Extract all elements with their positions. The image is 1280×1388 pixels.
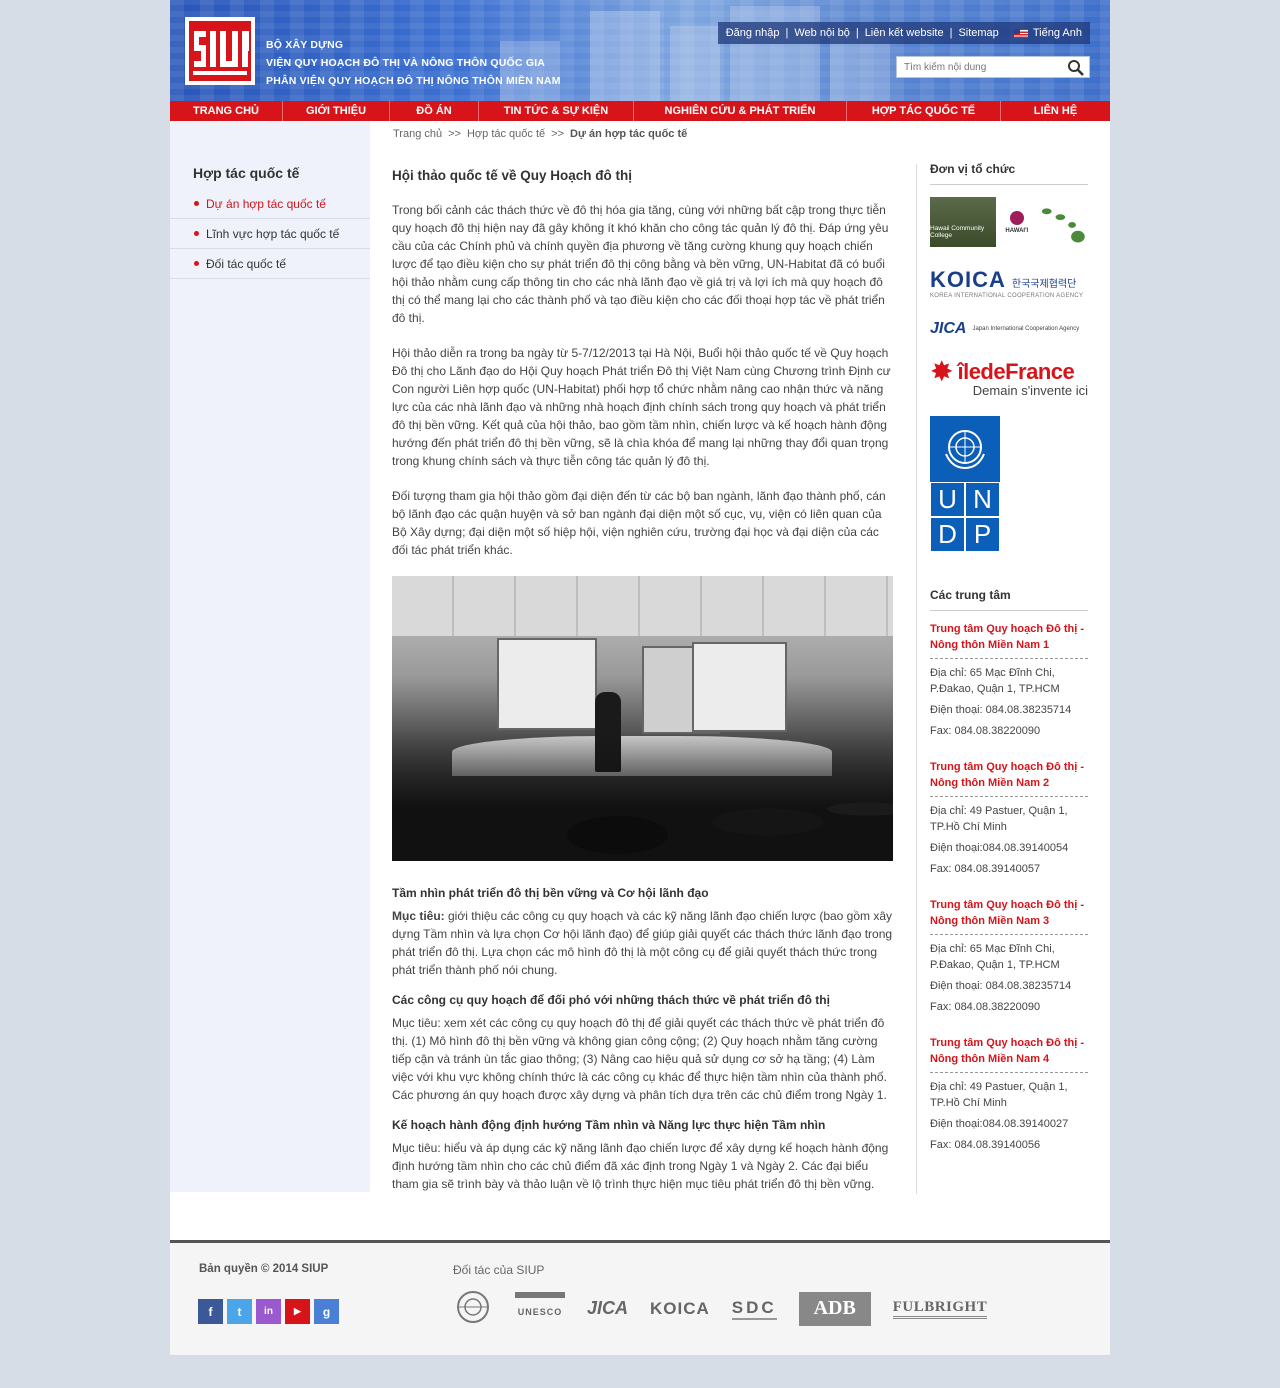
center-phone: Điện thoại:084.08.39140027 — [930, 1118, 1069, 1130]
sidebar-item-fields[interactable]: Lĩnh vực hợp tác quốc tế — [170, 219, 370, 249]
breadcrumb-home[interactable]: Trang chủ — [393, 128, 442, 140]
nav-about[interactable]: GIỚI THIỆU — [283, 101, 390, 121]
center-title[interactable]: Trung tâm Quy hoạch Đô thị - Nông thôn M… — [930, 897, 1088, 935]
center-title[interactable]: Trung tâm Quy hoạch Đô thị - Nông thôn M… — [930, 1035, 1088, 1073]
partners-logos: UNESCO JICA KOICA SDC ADB FULBRIGHT — [453, 1289, 1009, 1328]
search-icon[interactable] — [1067, 59, 1085, 77]
nav-research[interactable]: NGHIÊN CỨU & PHÁT TRIỂN — [634, 101, 847, 121]
hawaii-islands-icon — [1042, 208, 1086, 243]
ile-de-france-logo[interactable]: ✸ îledeFrance Demain s'invente ici — [930, 358, 1088, 399]
google-icon[interactable]: g — [314, 1299, 339, 1324]
section-body: Mục tiêu: xem xét các công cụ quy hoạch … — [392, 1016, 887, 1102]
sidebar-menu: Dự án hợp tác quốc tế Lĩnh vực hợp tác q… — [170, 189, 370, 279]
center-item: Trung tâm Quy hoạch Đô thị - Nông thôn M… — [930, 897, 1088, 1015]
us-flag-icon — [1013, 28, 1028, 38]
org-line-2: VIỆN QUY HOẠCH ĐÔ THỊ VÀ NÔNG THÔN QUỐC … — [266, 57, 546, 69]
language-label: Tiếng Anh — [1032, 27, 1082, 39]
hawaii-logo[interactable]: Hawaii Community College HAWAI'I — [930, 197, 1088, 249]
page: BỘ XÂY DỰNG VIỆN QUY HOẠCH ĐÔ THỊ VÀ NÔN… — [170, 0, 1110, 1355]
center-item: Trung tâm Quy hoạch Đô thị - Nông thôn M… — [930, 621, 1088, 739]
center-phone: Điện thoại: 084.08.38235714 — [930, 704, 1072, 716]
sitemap-link[interactable]: Sitemap — [958, 27, 998, 39]
undp-logo[interactable]: U N D P — [930, 416, 1000, 552]
center-fax: Fax: 084.08.38220090 — [930, 1001, 1041, 1013]
sidebar: Hợp tác quốc tế Dự án hợp tác quốc tế Lĩ… — [170, 121, 370, 1192]
center-item: Trung tâm Quy hoạch Đô thị - Nông thôn M… — [930, 759, 1088, 877]
sidebar-item-partners[interactable]: Đối tác quốc tế — [170, 249, 370, 279]
partner-unesco-logo[interactable]: UNESCO — [515, 1291, 565, 1326]
intranet-link[interactable]: Web nội bộ — [794, 27, 849, 39]
login-link[interactable]: Đăng nhập — [726, 27, 780, 39]
un-emblem-icon — [945, 430, 985, 470]
workshop-photo — [392, 576, 893, 861]
search-input[interactable] — [897, 57, 1063, 77]
koica-logo[interactable]: KOICA 한국국제협력단 KOREA INTERNATIONAL COOPER… — [930, 267, 1088, 299]
section-heading: Các công cụ quy hoạch để đối phó với nhữ… — [392, 993, 830, 1007]
article-paragraph: Trong bối cảnh các thách thức về đô thị … — [392, 203, 889, 325]
section-heading: Kế hoạch hành động định hướng Tầm nhìn v… — [392, 1118, 826, 1132]
footer: Bản quyền © 2014 SIUP f t in ▶ g Đối tác… — [170, 1240, 1110, 1355]
column-divider — [916, 164, 917, 1194]
siup-logo[interactable] — [185, 17, 255, 85]
center-address: Địa chỉ: 65 Mạc Đĩnh Chi, P.Đakao, Quận … — [930, 667, 1060, 695]
article-paragraph: Hội thảo diễn ra trong ba ngày từ 5-7/12… — [392, 346, 891, 468]
partner-sdc-logo[interactable]: SDC — [731, 1298, 777, 1320]
partner-adb-logo[interactable]: ADB — [798, 1291, 871, 1326]
organizers-title: Đơn vị tổ chức — [930, 162, 1088, 185]
partners-title: Đối tác của SIUP — [453, 1263, 545, 1277]
center-address: Địa chỉ: 49 Pastuer, Quận 1, TP.Hồ Chí M… — [930, 1081, 1068, 1109]
centers-title: Các trung tâm — [930, 588, 1088, 611]
nav-home[interactable]: TRANG CHỦ — [170, 101, 283, 121]
breadcrumb-current: Dự án hợp tác quốc tế — [570, 128, 688, 140]
top-links: Đăng nhập | Web nội bộ | Liên kết websit… — [717, 22, 1090, 44]
article-paragraph: Đối tượng tham gia hội thảo gồm đại diện… — [392, 489, 886, 557]
partner-un-logo[interactable] — [453, 1289, 493, 1328]
center-fax: Fax: 084.08.39140056 — [930, 1139, 1041, 1151]
breadcrumb: Trang chủ >> Hợp tác quốc tế >> Dự án hợp tá… — [393, 128, 688, 140]
center-address: Địa chỉ: 49 Pastuer, Quận 1, TP.Hồ Chí M… — [930, 805, 1068, 833]
partner-koica-logo[interactable]: KOICA — [650, 1299, 710, 1319]
breadcrumb-international[interactable]: Hợp tác quốc tế — [467, 128, 545, 140]
linkedin-icon[interactable]: in — [256, 1299, 281, 1324]
main-nav: TRANG CHỦ GIỚI THIỆU ĐỒ ÁN TIN TỨC & SỰ … — [170, 101, 1110, 121]
org-line-1: BỘ XÂY DỰNG — [266, 39, 344, 51]
center-title[interactable]: Trung tâm Quy hoạch Đô thị - Nông thôn M… — [930, 759, 1088, 797]
copyright: Bản quyền © 2014 SIUP — [199, 1263, 329, 1275]
header: BỘ XÂY DỰNG VIỆN QUY HOẠCH ĐÔ THỊ VÀ NÔN… — [170, 0, 1110, 101]
search-box — [896, 56, 1090, 78]
section-heading: Tầm nhìn phát triển đô thị bền vững và C… — [392, 886, 709, 900]
partner-fulbright-logo[interactable]: FULBRIGHT — [892, 1299, 988, 1319]
right-column: Đơn vị tổ chức Hawaii Community College … — [930, 162, 1088, 1173]
youtube-icon[interactable]: ▶ — [285, 1299, 310, 1324]
nav-news-events[interactable]: TIN TỨC & SỰ KIỆN — [479, 101, 634, 121]
section-body: Mục tiêu: giới thiệu các công cụ quy hoạ… — [392, 909, 893, 977]
facebook-icon[interactable]: f — [198, 1299, 223, 1324]
section-body: Mục tiêu: hiểu và áp dụng các kỹ năng lã… — [392, 1141, 889, 1191]
org-line-3: PHÂN VIỆN QUY HOẠCH ĐÔ THỊ NÔNG THÔN MIỀ… — [266, 75, 561, 87]
hawaii-college-photo: Hawaii Community College — [930, 197, 997, 247]
article: Hội thảo quốc tế về Quy Hoạch đô thị Tro… — [392, 168, 894, 1207]
article-title: Hội thảo quốc tế về Quy Hoạch đô thị — [392, 168, 633, 183]
center-address: Địa chỉ: 65 Mạc Đĩnh Chi, P.Đakao, Quận … — [930, 943, 1060, 971]
center-title[interactable]: Trung tâm Quy hoạch Đô thị - Nông thôn M… — [930, 621, 1088, 659]
nav-projects[interactable]: ĐỒ ÁN — [390, 101, 479, 121]
language-link[interactable]: Tiếng Anh — [1013, 27, 1082, 39]
sidebar-item-projects[interactable]: Dự án hợp tác quốc tế — [170, 189, 370, 219]
website-links-link[interactable]: Liên kết website — [865, 27, 944, 39]
jica-logo[interactable]: JICA Japan International Cooperation Age… — [930, 313, 1088, 345]
center-phone: Điện thoại:084.08.39140054 — [930, 842, 1069, 854]
section-label: Mục tiêu: — [392, 909, 445, 923]
center-phone: Điện thoại: 084.08.38235714 — [930, 980, 1072, 992]
center-fax: Fax: 084.08.39140057 — [930, 863, 1041, 875]
nav-contact[interactable]: LIÊN HỆ — [1001, 101, 1110, 121]
partner-jica-logo[interactable]: JICA — [587, 1298, 628, 1319]
sidebar-title: Hợp tác quốc tế — [193, 165, 300, 181]
center-fax: Fax: 084.08.38220090 — [930, 725, 1041, 737]
center-item: Trung tâm Quy hoạch Đô thị - Nông thôn M… — [930, 1035, 1088, 1153]
social-links: f t in ▶ g — [198, 1299, 339, 1324]
organization-name: BỘ XÂY DỰNG VIỆN QUY HOẠCH ĐÔ THỊ VÀ NÔN… — [266, 36, 561, 90]
nav-international[interactable]: HỢP TÁC QUỐC TẾ — [847, 101, 1001, 121]
twitter-icon[interactable]: t — [227, 1299, 252, 1324]
